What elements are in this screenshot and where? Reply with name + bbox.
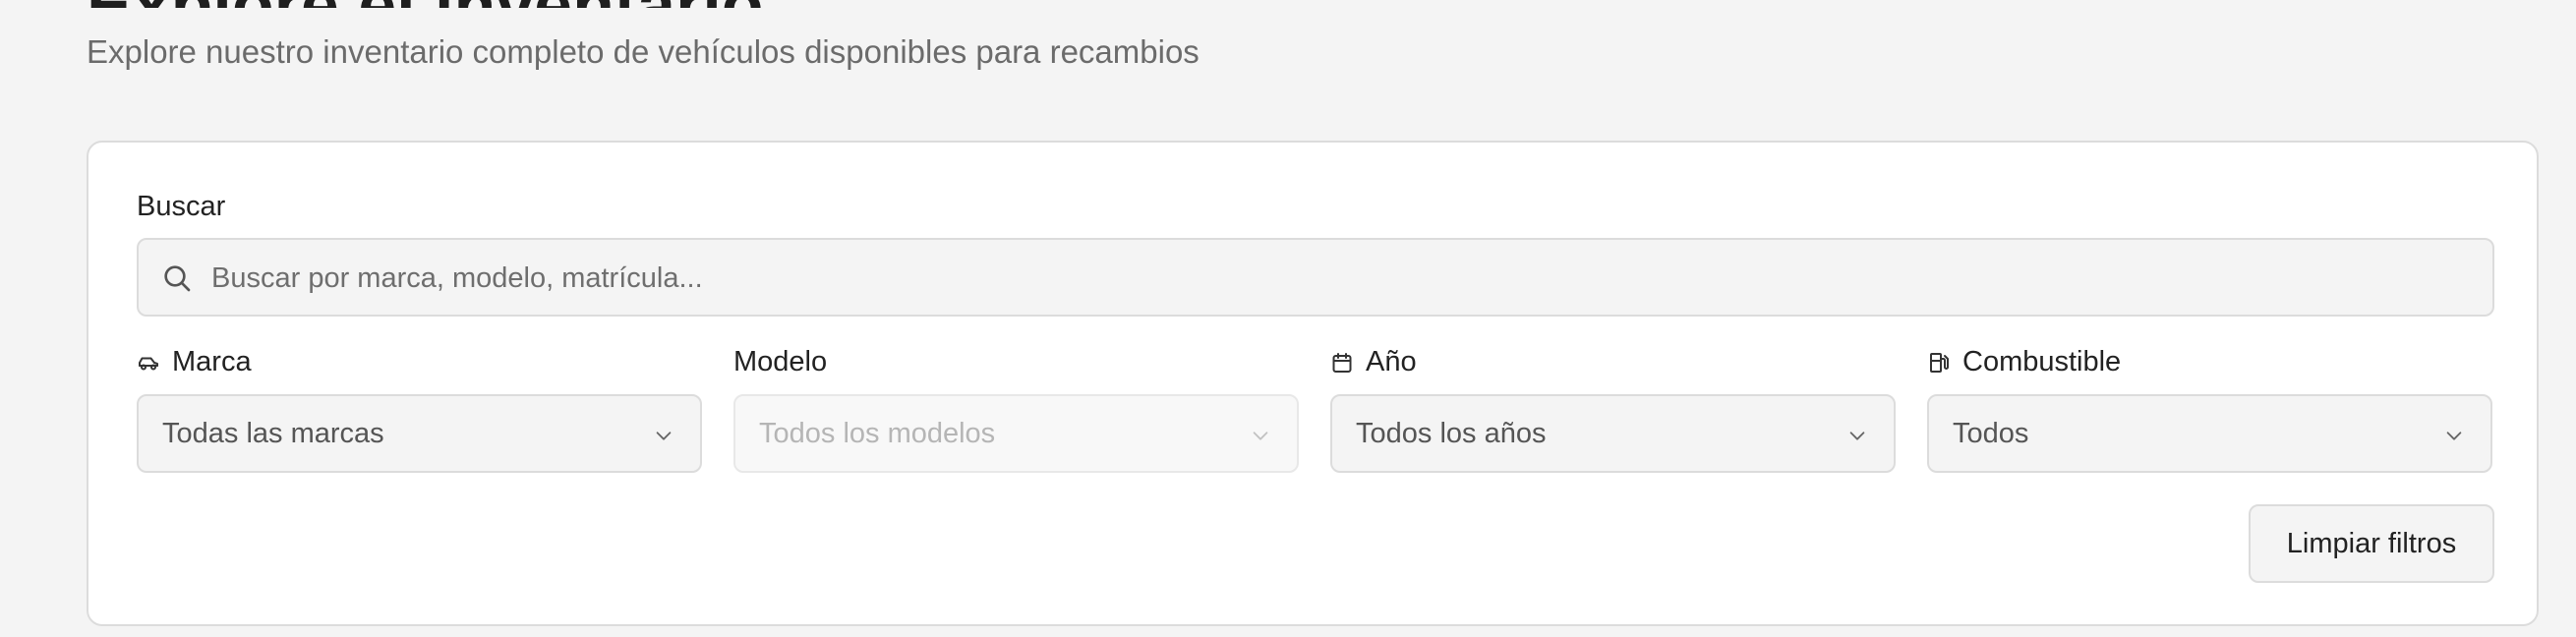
anio-select[interactable]: Todos los años (1330, 394, 1896, 473)
calendar-icon (1332, 352, 1352, 373)
search-field[interactable] (137, 238, 2494, 317)
marca-select[interactable]: Todas las marcas (137, 394, 702, 473)
clear-filters-button[interactable]: Limpiar filtros (2249, 504, 2494, 583)
marca-select-value: Todas las marcas (162, 417, 384, 449)
page-title: Explore el inventario (87, 0, 764, 8)
combustible-select-value: Todos (1953, 417, 2029, 449)
chevron-down-icon (656, 432, 672, 440)
modelo-select-value: Todos los modelos (759, 417, 996, 449)
combustible-label-text: Combustible (1962, 346, 2122, 377)
modelo-label: Modelo (733, 346, 827, 378)
modelo-label-text: Modelo (733, 346, 828, 377)
combustible-select[interactable]: Todos (1927, 394, 2492, 473)
car-icon (139, 357, 158, 370)
chevron-down-icon (1253, 432, 1268, 440)
search-label-text: Buscar (137, 191, 226, 222)
marca-label-text: Marca (172, 346, 252, 377)
anio-label-text: Año (1366, 346, 1417, 377)
filters-panel: Buscar Marca Todas las marcas Modelo Tod… (87, 141, 2539, 626)
anio-label: Año (1330, 346, 1417, 378)
modelo-select[interactable]: Todos los modelos (733, 394, 1299, 473)
search-label: Buscar (137, 191, 225, 223)
fuel-pump-icon (1930, 352, 1949, 373)
page-subtitle: Explore nuestro inventario completo de v… (87, 33, 1200, 70)
chevron-down-icon (2446, 432, 2462, 440)
chevron-down-icon (1849, 432, 1865, 440)
marca-label: Marca (137, 346, 252, 378)
search-icon (164, 265, 191, 292)
anio-select-value: Todos los años (1356, 417, 1547, 449)
search-input[interactable] (209, 240, 2475, 317)
combustible-label: Combustible (1927, 346, 2121, 378)
